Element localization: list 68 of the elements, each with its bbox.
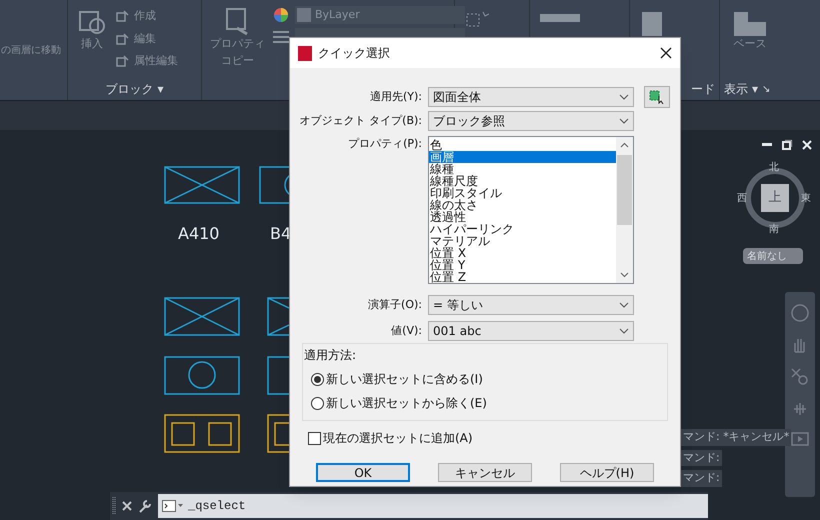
value-dropdown[interactable]: 001 abc bbox=[428, 321, 634, 341]
list-item[interactable]: ハイパーリンク bbox=[429, 223, 616, 235]
chevron-down-icon bbox=[619, 94, 629, 100]
base-view-icon bbox=[734, 12, 766, 36]
compass-label: 東 bbox=[801, 192, 811, 206]
field-label: 適用先(Y): bbox=[368, 88, 422, 105]
block-label: B4 bbox=[270, 223, 292, 245]
compass-label: 南 bbox=[769, 222, 779, 237]
lineweight-icon bbox=[273, 30, 289, 44]
list-item[interactable]: 画層 bbox=[429, 151, 616, 163]
cube-face[interactable]: 上 bbox=[761, 184, 789, 212]
select-objects-button[interactable] bbox=[644, 86, 670, 108]
compass-label: 北 bbox=[769, 160, 779, 175]
list-item[interactable]: 線種尺度 bbox=[429, 175, 616, 187]
panel-title[interactable]: 表示 bbox=[724, 80, 748, 98]
panel-title[interactable]: ブロック bbox=[105, 80, 154, 98]
list-item[interactable]: 透過性 bbox=[429, 211, 616, 223]
radio-button[interactable] bbox=[311, 372, 324, 386]
append-checkbox-option[interactable]: 現在の選択セットに追加(A) bbox=[308, 429, 680, 447]
grip-icon[interactable] bbox=[112, 497, 116, 515]
list-item[interactable]: 位置 X bbox=[429, 247, 616, 259]
group-label: 適用方法: bbox=[304, 347, 358, 364]
radio-option[interactable]: 新しい選択セットに含める(I) bbox=[311, 370, 659, 388]
list-item[interactable]: マテリアル bbox=[429, 235, 616, 247]
dialog-button[interactable]: OK bbox=[316, 463, 410, 482]
prompt-icon bbox=[162, 500, 184, 512]
block-tool-icon bbox=[116, 54, 130, 68]
field-label: 値(V): bbox=[390, 322, 422, 339]
color-wheel-icon bbox=[273, 7, 289, 23]
compass-label: 西 bbox=[737, 192, 747, 206]
field-label: 演算子(O): bbox=[367, 296, 422, 313]
radio-option[interactable]: 新しい選択セットから除く(E) bbox=[311, 394, 659, 412]
operator-dropdown[interactable]: = 等しい bbox=[428, 295, 634, 315]
object-type-dropdown[interactable]: ブロック参照 bbox=[428, 111, 634, 131]
dialog-title: クイック選択 bbox=[318, 45, 391, 62]
close-icon[interactable] bbox=[660, 47, 672, 59]
select-objects-icon bbox=[649, 90, 665, 104]
app-icon bbox=[298, 46, 312, 60]
wrench-icon[interactable] bbox=[138, 499, 152, 513]
minimize-icon[interactable] bbox=[762, 143, 772, 147]
dialog-button[interactable]: キャンセル bbox=[438, 463, 532, 482]
field-label: オブジェクト タイプ(B): bbox=[298, 112, 422, 129]
list-item[interactable]: 印刷スタイル bbox=[429, 187, 616, 199]
chevron-down-icon bbox=[619, 302, 629, 308]
checkbox[interactable] bbox=[308, 432, 321, 444]
list-item[interactable]: 色 bbox=[429, 139, 616, 151]
list-item[interactable]: 位置 Z bbox=[429, 271, 616, 283]
block-tool-icon bbox=[116, 32, 130, 46]
properties-listbox[interactable]: 色 画層 線種 線種尺度 印刷スタイル 線の太さ 透過性 ハイパーリンク マテリアル 位置 X 位置 Y 位置 Z bbox=[428, 136, 634, 284]
dropdown-arrow[interactable]: ▾ bbox=[752, 80, 758, 98]
apply-to-dropdown[interactable]: 図面全体 bbox=[428, 87, 634, 107]
field-label: プロパティ(P): bbox=[347, 136, 422, 152]
radio-button[interactable] bbox=[311, 396, 324, 410]
partial-symbol bbox=[267, 414, 290, 453]
panel-title[interactable]: ード bbox=[691, 80, 715, 98]
scrollbar[interactable] bbox=[616, 137, 633, 283]
list-item[interactable]: 線の太さ bbox=[429, 199, 616, 211]
chevron-down-icon bbox=[619, 118, 629, 124]
chevron-down-icon bbox=[619, 328, 629, 334]
panel-launcher[interactable]: ↘ bbox=[762, 82, 770, 96]
dropdown-arrow[interactable]: ▾ bbox=[157, 80, 164, 98]
list-item[interactable]: 位置 Y bbox=[429, 259, 616, 271]
list-item[interactable]: 線種 bbox=[429, 163, 616, 175]
command-line-field[interactable]: _qselect bbox=[158, 494, 708, 518]
block-tool-icon bbox=[116, 9, 130, 24]
restore-icon[interactable] bbox=[782, 140, 792, 150]
block-label: A410 bbox=[178, 223, 220, 245]
dialog-button[interactable]: ヘルプ(H) bbox=[560, 463, 654, 482]
